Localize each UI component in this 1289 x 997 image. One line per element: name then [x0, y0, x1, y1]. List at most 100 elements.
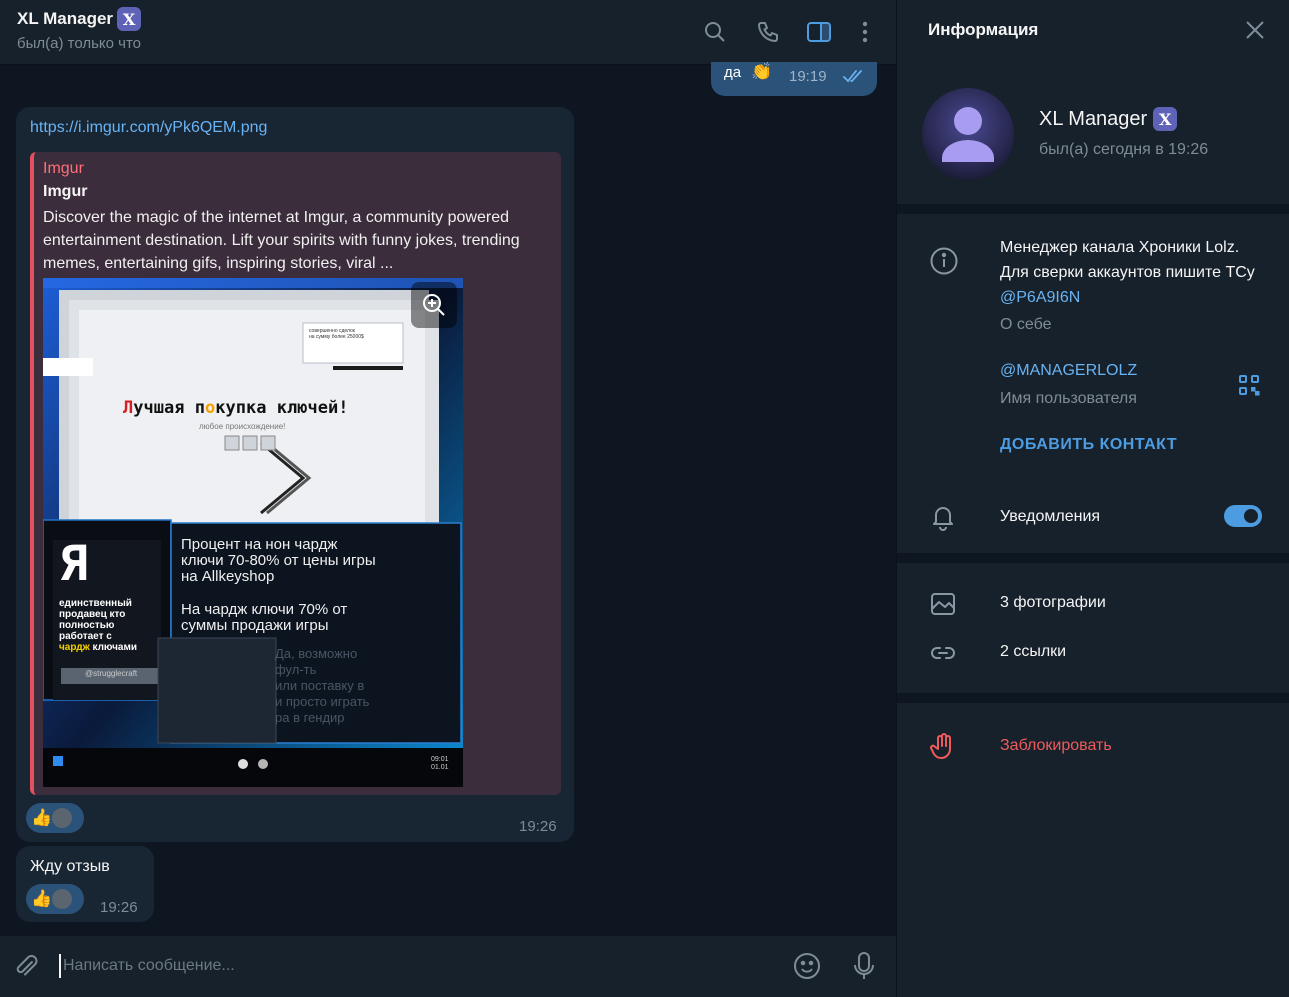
phone-icon[interactable] [754, 18, 782, 46]
photo-icon [929, 590, 957, 623]
notifications-label: Уведомления [1000, 508, 1101, 525]
preview-image[interactable]: Лучшая покупка ключей! любое происхожден… [43, 278, 463, 787]
message-link[interactable]: https://i.imgur.com/yPk6QEM.png [30, 119, 267, 137]
links-link[interactable]: 2 ссылки [1000, 643, 1066, 661]
user-silhouette-icon [942, 107, 994, 162]
premium-badge-icon: X [1153, 107, 1178, 131]
telegram-window: XL Manager X был(а) только что да 👏 19:1… [0, 0, 1289, 997]
thumbs-up-icon: 👍 [31, 889, 53, 908]
reaction-chip[interactable]: 👍 [26, 884, 84, 914]
caption-highlight: чардж [59, 642, 90, 653]
bell-icon [929, 503, 957, 536]
avatar[interactable] [922, 88, 1014, 180]
link-icon [929, 639, 957, 672]
clock-time: 09:01 [431, 756, 449, 763]
caption-rest: ключами [89, 642, 138, 653]
faded-line-5: ра в гендир [275, 710, 345, 725]
emoji-icon[interactable] [792, 951, 822, 986]
preview-title: Imgur [43, 183, 88, 200]
faded-line-3: или поставку в [275, 678, 365, 693]
last-seen: был(а) сегодня в 19:26 [1039, 141, 1209, 158]
close-icon[interactable] [1243, 18, 1267, 47]
bio-mention-link[interactable]: @P6A9I6N [1000, 289, 1080, 306]
chat-status: был(а) только что [17, 35, 142, 52]
bio-label: О себе [1000, 316, 1052, 333]
faded-line-4: и просто играть [275, 694, 370, 709]
message-time: 19:19 [789, 68, 827, 85]
preview-description: Discover the magic of the internet at Im… [43, 209, 520, 272]
text-caret [59, 954, 61, 978]
block-hand-icon [929, 732, 957, 767]
right-line-1: Процент на нон чардж [181, 536, 338, 553]
reaction-chip[interactable]: 👍 [26, 803, 84, 833]
image-headline-text: Лучшая покупка ключей! [123, 398, 349, 418]
message-time: 19:26 [519, 818, 557, 835]
sidebar-toggle-icon[interactable] [805, 18, 833, 46]
caption-line-3: полностью [59, 620, 115, 631]
image-logo-letter: Я [59, 536, 88, 592]
chat-title-text: XL Manager [17, 9, 114, 28]
microphone-icon[interactable] [850, 950, 878, 987]
premium-badge-icon: X [117, 7, 142, 31]
faded-line-2: фул-ть [275, 662, 317, 677]
reactor-avatar [50, 887, 75, 911]
bio-text: Менеджер канала Хроники Lolz. Для сверки… [1000, 235, 1260, 310]
user-info-panel: Информация XL Manager X был(а) сегодня в… [896, 0, 1289, 997]
notifications-toggle[interactable] [1224, 505, 1262, 527]
search-icon[interactable] [701, 18, 729, 46]
right-line-5: суммы продажи игры [181, 617, 329, 634]
image-headline-sub: любое происхождение! [199, 422, 286, 431]
incoming-message[interactable]: Жду отзыв 👍 19:26 [16, 846, 154, 922]
message-text: Жду отзыв [30, 858, 110, 875]
qr-code-icon[interactable] [1238, 374, 1260, 401]
preview-site-name: Imgur [43, 160, 84, 177]
message-text: да [724, 64, 742, 81]
chat-area: XL Manager X был(а) только что да 👏 19:1… [0, 0, 896, 997]
bio-body: Менеджер канала Хроники Lolz. Для сверки… [1000, 239, 1255, 281]
caption-line-4: работает с [59, 631, 112, 642]
chat-title[interactable]: XL Manager X [17, 7, 142, 31]
panel-title: Информация [928, 20, 1039, 39]
clock-date: 01.01 [431, 764, 449, 771]
section-divider [897, 693, 1289, 703]
right-line-2: ключи 70-80% от цены игры [181, 552, 376, 569]
section-divider [897, 553, 1289, 563]
username-label: Имя пользователя [1000, 390, 1137, 407]
caption-line-5: чардж ключами [59, 642, 137, 653]
profile-name-text: XL Manager [1039, 107, 1148, 130]
message-composer [0, 936, 896, 997]
photos-link[interactable]: 3 фотографии [1000, 594, 1106, 612]
right-line-3: на Allkeyshop [181, 568, 275, 585]
image-right-text: Процент на нон чардж ключи 70-80% от цен… [181, 537, 376, 634]
caption-line-1: единственный [59, 598, 132, 609]
image-headline: Лучшая покупка ключей! [123, 398, 349, 418]
reactor-avatar [50, 806, 75, 830]
right-line-4: На чардж ключи 70% от [181, 601, 348, 618]
zoom-in-icon [423, 294, 445, 316]
zoom-button[interactable] [411, 282, 457, 328]
block-user-button[interactable]: Заблокировать [1000, 737, 1112, 755]
message-list[interactable]: да 👏 19:19 https://i.imgur.com/yPk6QEM.p… [0, 62, 896, 936]
section-divider [897, 204, 1289, 214]
message-input[interactable] [63, 952, 763, 980]
profile-name: XL Manager X [1039, 107, 1178, 131]
outgoing-message[interactable]: да 👏 19:19 [711, 62, 877, 96]
clap-emoji-icon: 👏 [751, 62, 773, 81]
read-checks-icon [843, 69, 865, 88]
caption-line-2: продавец кто [59, 609, 126, 620]
more-options-icon[interactable] [851, 18, 879, 46]
image-faded-text: Да, возможно фул-ть или поставку в и про… [275, 646, 369, 726]
toggle-knob [1241, 506, 1261, 526]
add-contact-button[interactable]: ДОБАВИТЬ КОНТАКТ [1000, 436, 1177, 454]
chat-header: XL Manager X был(а) только что [0, 0, 896, 65]
preview-image-art [43, 278, 463, 787]
thumbs-up-icon: 👍 [31, 808, 53, 827]
image-left-caption: единственный продавец кто полностью рабо… [59, 598, 137, 653]
faded-line-1: Да, возможно [275, 646, 358, 661]
info-icon [929, 246, 959, 281]
username-link[interactable]: @MANAGERLOLZ [1000, 362, 1137, 380]
incoming-message-link[interactable]: https://i.imgur.com/yPk6QEM.png Imgur Im… [16, 107, 574, 842]
attach-icon[interactable] [12, 953, 40, 986]
link-preview[interactable]: Imgur Imgur Discover the magic of the in… [30, 152, 561, 795]
image-clock: 09:01 01.01 [431, 756, 449, 772]
